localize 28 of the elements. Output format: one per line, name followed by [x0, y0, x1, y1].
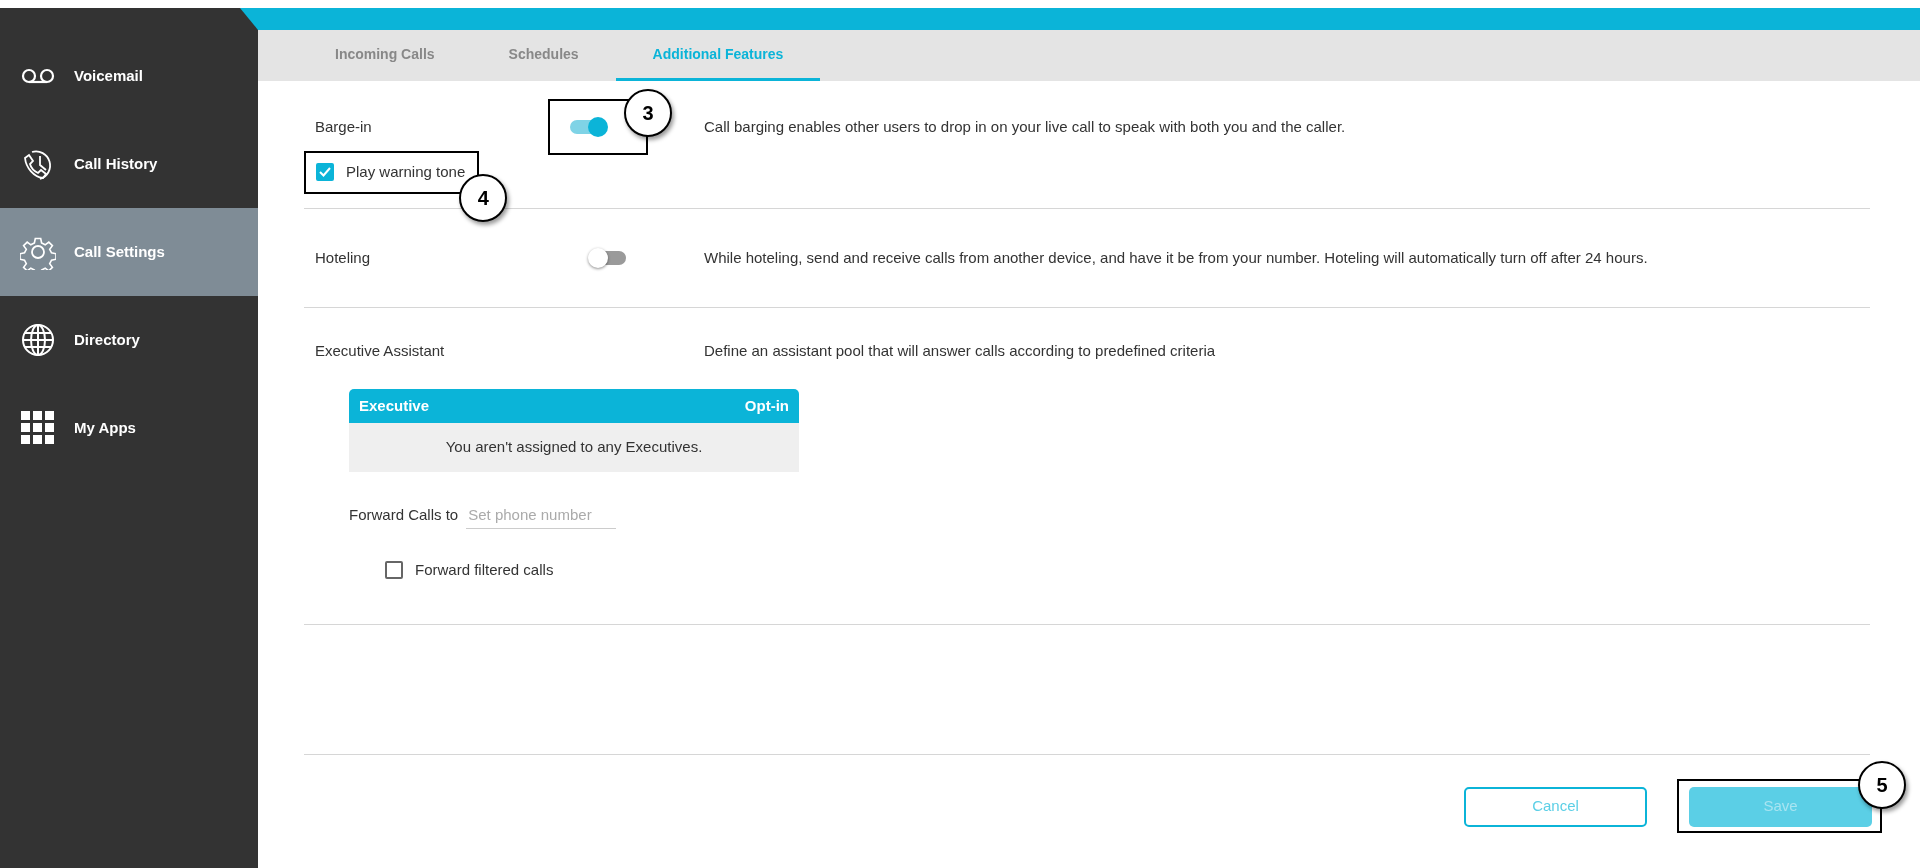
sidebar-item[interactable]: My Apps [0, 384, 258, 472]
cancel-button[interactable]: Cancel [1464, 786, 1647, 827]
grid-icon [20, 410, 56, 446]
tab[interactable]: Additional Features [615, 30, 821, 81]
column-header: Executive [359, 395, 430, 416]
tab[interactable]: Incoming Calls [298, 30, 472, 81]
setting-label: Executive Assistant [315, 341, 446, 361]
sidebar-item[interactable]: Voicemail [0, 32, 258, 120]
checkbox[interactable] [316, 163, 334, 182]
column-header: Opt-in [744, 395, 789, 416]
checkbox[interactable] [385, 561, 403, 580]
setting-description: Call barging enables other users to drop in on your live call to speak with both you and the caller. [704, 116, 1346, 137]
setting-description: While hoteling, send and receive calls from another device, and have it be from your number. Hoteling will automatically turn off after 24 hours. [704, 247, 1648, 268]
toggle-switch[interactable] [590, 250, 626, 265]
sidebar-item[interactable]: Call Settings [0, 208, 258, 296]
checkbox-label: Forward filtered calls [415, 560, 554, 580]
field-label: Forward Calls to [349, 505, 459, 525]
setting-label: Barge-in [315, 116, 373, 137]
callout-number: 3 [624, 89, 672, 137]
toggle-switch[interactable] [570, 120, 606, 134]
tab[interactable]: Schedules [471, 30, 616, 81]
setting-description: Define an assistant pool that will answer calls according to predefined criteria [704, 341, 1216, 361]
sidebar-item[interactable]: Call History [0, 120, 258, 208]
globe-icon [20, 322, 56, 358]
callout-number: 5 [1858, 760, 1906, 809]
empty-message: You aren't assigned to any Executives. [349, 423, 799, 472]
sidebar-item[interactable]: Directory [0, 296, 258, 384]
setting-label: Hoteling [315, 247, 372, 268]
